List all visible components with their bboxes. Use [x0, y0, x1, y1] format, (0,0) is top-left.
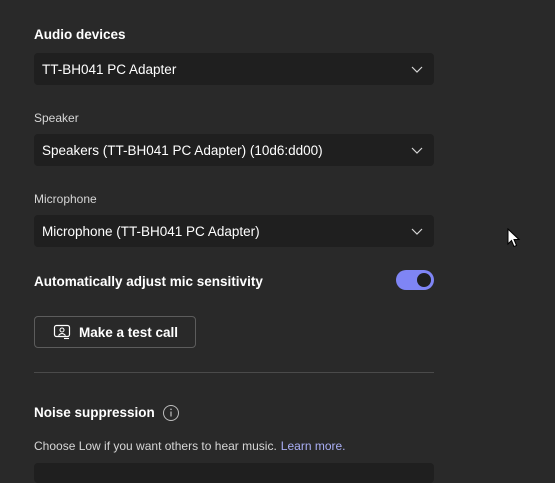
audio-devices-value: TT-BH041 PC Adapter	[42, 61, 177, 77]
audio-devices-dropdown[interactable]: TT-BH041 PC Adapter	[34, 53, 434, 85]
chevron-down-icon	[411, 228, 423, 235]
microphone-value: Microphone (TT-BH041 PC Adapter)	[42, 223, 260, 239]
make-test-call-button[interactable]: Make a test call	[34, 316, 196, 348]
info-icon[interactable]	[162, 404, 180, 422]
learn-more-link[interactable]: Learn more.	[281, 439, 346, 453]
speaker-label: Speaker	[34, 111, 79, 125]
helper-text: Choose Low if you want others to hear mu…	[34, 439, 277, 453]
chevron-down-icon	[411, 147, 423, 154]
chevron-down-icon	[411, 66, 423, 73]
microphone-dropdown[interactable]: Microphone (TT-BH041 PC Adapter)	[34, 215, 434, 247]
call-icon	[53, 324, 71, 340]
audio-devices-title: Audio devices	[34, 27, 126, 42]
toggle-knob	[417, 273, 431, 287]
speaker-value: Speakers (TT-BH041 PC Adapter) (10d6:dd0…	[42, 142, 323, 158]
speaker-dropdown[interactable]: Speakers (TT-BH041 PC Adapter) (10d6:dd0…	[34, 134, 434, 166]
microphone-label: Microphone	[34, 192, 97, 206]
mouse-cursor-icon	[507, 228, 521, 248]
noise-suppression-helper: Choose Low if you want others to hear mu…	[34, 439, 346, 453]
make-test-call-label: Make a test call	[79, 324, 179, 340]
auto-mic-label: Automatically adjust mic sensitivity	[34, 274, 263, 289]
noise-suppression-dropdown[interactable]	[34, 463, 434, 483]
section-divider	[34, 372, 434, 373]
noise-suppression-title: Noise suppression	[34, 405, 155, 420]
auto-mic-toggle[interactable]	[396, 270, 434, 290]
